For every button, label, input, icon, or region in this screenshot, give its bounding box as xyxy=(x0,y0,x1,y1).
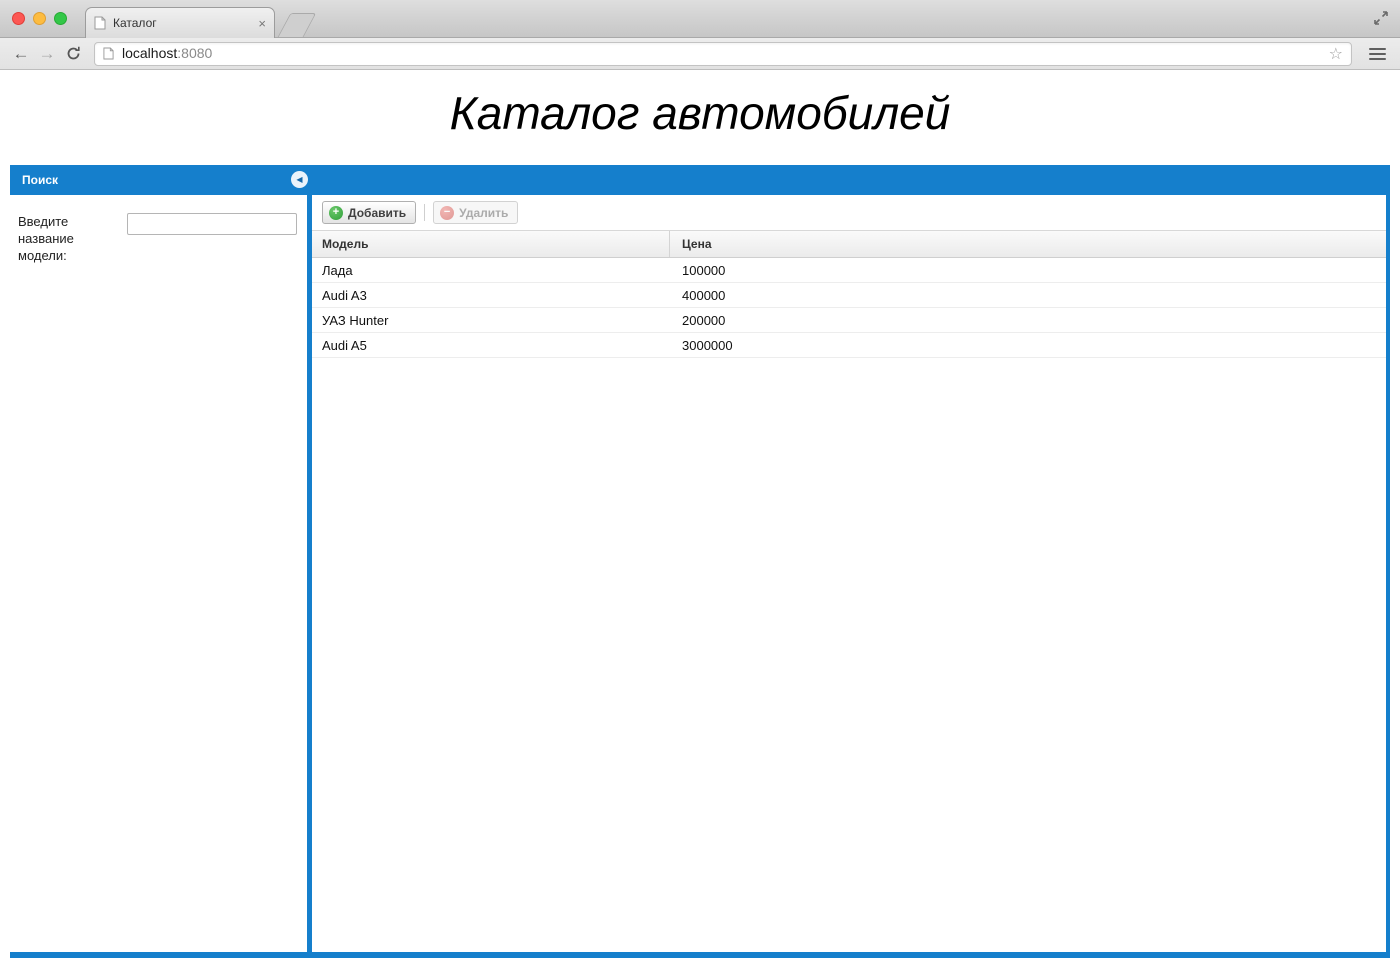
browser-tab[interactable]: Каталог × xyxy=(85,7,275,38)
grid-body: Лада100000Audi A3400000УАЗ Hunter200000A… xyxy=(312,258,1386,952)
cell-model: УАЗ Hunter xyxy=(312,308,670,332)
cell-price: 100000 xyxy=(670,258,1386,282)
search-panel: Введите название модели: xyxy=(10,195,307,952)
column-header-price[interactable]: Цена xyxy=(670,231,1386,257)
model-name-label: Введите название модели: xyxy=(18,213,117,952)
bookmark-star-icon[interactable]: ☆ xyxy=(1329,45,1343,65)
close-window-button[interactable] xyxy=(12,12,25,25)
page-content: Каталог автомобилей Поиск ◀ Введите назв… xyxy=(0,70,1400,968)
page-title: Каталог автомобилей xyxy=(0,70,1400,140)
browser-tabstrip: Каталог × xyxy=(0,0,1400,38)
url-host: localhost xyxy=(122,45,177,61)
cars-grid-panel: + Добавить − Удалить Модель Цена Лада100… xyxy=(312,195,1386,952)
grid-header: Модель Цена xyxy=(312,231,1386,258)
browser-navbar: ← → localhost:8080 ☆ xyxy=(0,38,1400,70)
table-row[interactable]: Лада100000 xyxy=(312,258,1386,283)
page-icon xyxy=(103,47,114,60)
fullscreen-icon[interactable] xyxy=(1372,9,1390,27)
search-panel-title: Поиск xyxy=(22,173,58,187)
add-icon: + xyxy=(329,206,343,220)
table-row[interactable]: УАЗ Hunter200000 xyxy=(312,308,1386,333)
forward-button[interactable]: → xyxy=(34,44,60,64)
browser-menu-icon[interactable] xyxy=(1364,48,1390,60)
new-tab-button[interactable] xyxy=(278,13,317,37)
zoom-window-button[interactable] xyxy=(54,12,67,25)
toolbar-separator xyxy=(424,204,425,221)
minimize-window-button[interactable] xyxy=(33,12,46,25)
tab-favicon-icon xyxy=(94,16,106,30)
add-button[interactable]: + Добавить xyxy=(322,201,416,224)
back-button[interactable]: ← xyxy=(8,44,34,64)
collapse-panel-icon[interactable]: ◀ xyxy=(291,171,308,188)
cell-price: 200000 xyxy=(670,308,1386,332)
cell-price: 3000000 xyxy=(670,333,1386,357)
model-name-input[interactable] xyxy=(127,213,297,235)
column-header-model[interactable]: Модель xyxy=(312,231,670,257)
url-port: :8080 xyxy=(177,45,212,61)
reload-button[interactable] xyxy=(60,45,86,62)
tab-close-icon[interactable]: × xyxy=(258,17,266,30)
cell-model: Audi A5 xyxy=(312,333,670,357)
grid-toolbar: + Добавить − Удалить xyxy=(312,195,1386,231)
address-bar[interactable]: localhost:8080 ☆ xyxy=(94,42,1352,66)
app-body: Введите название модели: + Добавить − Уд… xyxy=(10,195,1390,952)
cell-price: 400000 xyxy=(670,283,1386,307)
delete-icon: − xyxy=(440,206,454,220)
catalog-app-frame: Поиск ◀ Введите название модели: + Добав… xyxy=(10,165,1390,958)
tab-title: Каталог xyxy=(113,16,251,30)
table-row[interactable]: Audi A3400000 xyxy=(312,283,1386,308)
cell-model: Лада xyxy=(312,258,670,282)
delete-button[interactable]: − Удалить xyxy=(433,201,518,224)
window-controls xyxy=(12,12,67,25)
table-row[interactable]: Audi A53000000 xyxy=(312,333,1386,358)
search-panel-header: Поиск ◀ xyxy=(10,165,1390,195)
cell-model: Audi A3 xyxy=(312,283,670,307)
